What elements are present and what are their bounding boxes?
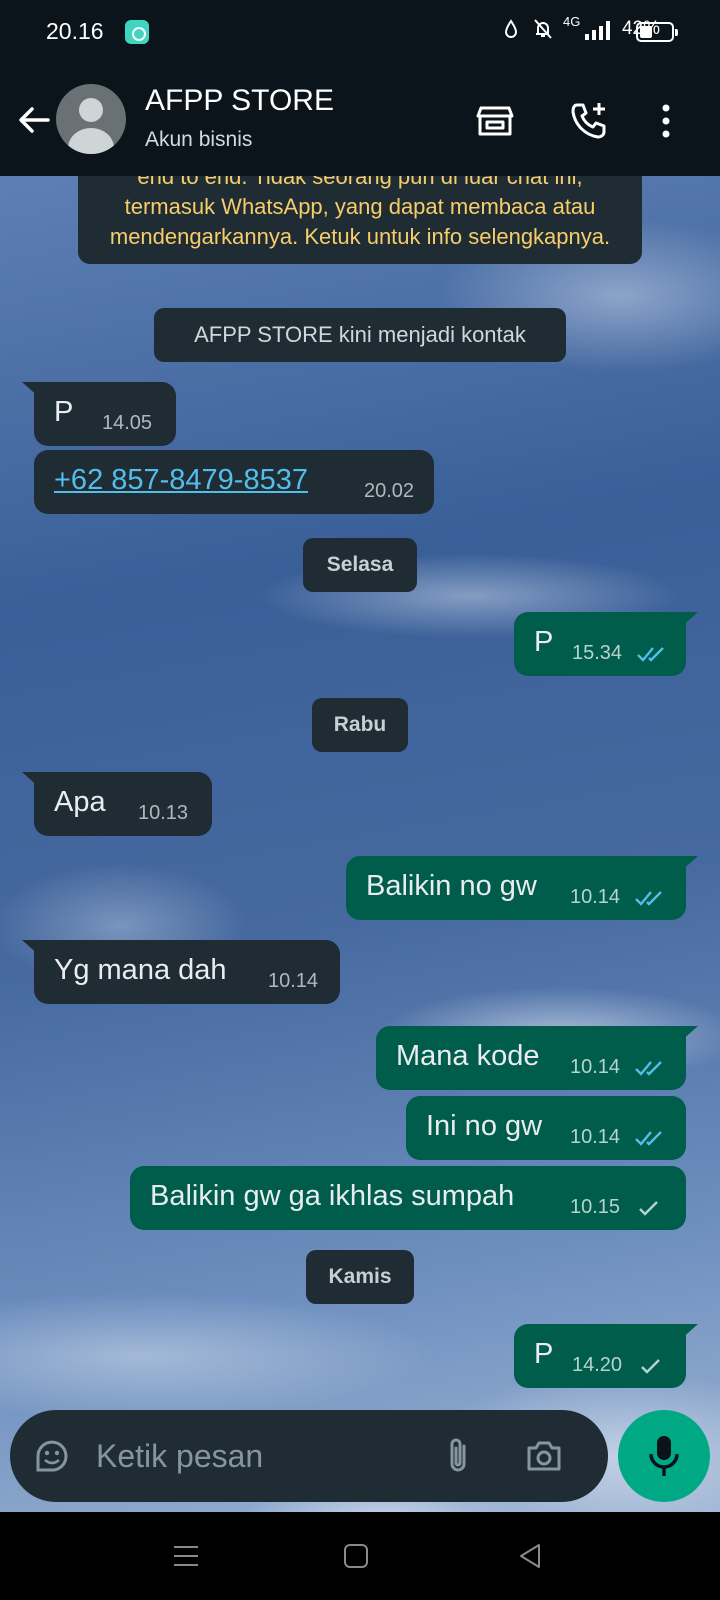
message-text: Balikin no gw: [366, 870, 537, 902]
read-ticks-icon: [635, 1131, 662, 1146]
message-outgoing[interactable]: Mana kode 10.14: [376, 1026, 698, 1090]
message-outgoing[interactable]: P 14.20: [514, 1324, 698, 1388]
message-time: 14.20: [572, 1354, 623, 1376]
message-text: Yg mana dah: [54, 954, 227, 986]
attach-icon[interactable]: [438, 1436, 478, 1476]
system-nav-bar: [0, 1512, 720, 1600]
message-incoming[interactable]: +62 857-8479-8537 20.02: [34, 450, 434, 514]
read-ticks-icon: [635, 891, 662, 906]
back-arrow-icon[interactable]: [14, 100, 54, 140]
message-input[interactable]: Ketik pesan: [96, 1438, 263, 1475]
chat-area[interactable]: end to end. Tidak seorang pun di luar ch…: [0, 176, 720, 1512]
phone-number-link[interactable]: +62 857-8479-8537: [54, 464, 308, 497]
message-text: P: [534, 1338, 554, 1370]
voice-record-button[interactable]: [618, 1410, 710, 1502]
read-ticks-icon: [635, 1061, 662, 1076]
encryption-notice[interactable]: end to end. Tidak seorang pun di luar ch…: [78, 176, 642, 264]
microphone-icon: [649, 1436, 679, 1476]
message-text: Mana kode: [396, 1040, 540, 1072]
message-outgoing[interactable]: Balikin no gw 10.14: [346, 856, 698, 920]
battery-icon: [636, 22, 678, 42]
message-time: 10.14: [570, 886, 621, 908]
store-icon[interactable]: [474, 100, 516, 142]
message-incoming[interactable]: Apa 10.13: [22, 772, 212, 836]
message-text: P: [534, 626, 554, 658]
message-time: 10.13: [138, 802, 189, 824]
status-bar: 20.16 4G 42%: [0, 0, 720, 64]
message-time: 10.14: [570, 1126, 621, 1148]
message-incoming[interactable]: P 14.05: [22, 382, 176, 446]
contact-subtitle[interactable]: Akun bisnis: [145, 128, 252, 152]
message-time: 10.15: [570, 1196, 621, 1218]
message-time: 10.14: [570, 1056, 621, 1078]
signal-icon: 4G: [563, 14, 610, 40]
network-type: 4G: [562, 14, 581, 29]
date-divider: Selasa: [303, 538, 417, 592]
mute-bell-icon: [534, 19, 552, 39]
home-icon[interactable]: [340, 1540, 372, 1572]
contact-added-notice: AFPP STORE kini menjadi kontak: [154, 308, 566, 362]
message-time: 14.05: [102, 412, 153, 434]
date-divider: Rabu: [312, 698, 408, 752]
message-text: Apa: [54, 786, 106, 818]
sent-tick-icon: [639, 1201, 658, 1216]
sticker-icon[interactable]: [32, 1436, 72, 1476]
read-ticks-icon: [637, 647, 664, 662]
message-time: 10.14: [268, 970, 319, 992]
chat-header: AFPP STORE Akun bisnis: [0, 64, 720, 176]
message-incoming[interactable]: Yg mana dah 10.14: [22, 940, 340, 1004]
camera-icon[interactable]: [524, 1436, 564, 1476]
message-outgoing[interactable]: P 15.34: [514, 612, 698, 676]
app-notification-icon: [125, 20, 149, 44]
add-call-icon[interactable]: [568, 100, 610, 142]
status-time: 20.16: [46, 18, 104, 44]
data-saver-icon: [504, 19, 517, 38]
more-vert-icon[interactable]: [656, 100, 676, 142]
back-nav-icon[interactable]: [514, 1540, 546, 1572]
sent-tick-icon: [641, 1359, 660, 1374]
message-outgoing[interactable]: Ini no gw 10.14: [406, 1096, 686, 1160]
message-text: Balikin gw ga ikhlas sumpah: [150, 1180, 515, 1212]
date-divider: Kamis: [306, 1250, 414, 1304]
contact-name[interactable]: AFPP STORE: [145, 84, 334, 118]
message-composer: Ketik pesan: [10, 1410, 608, 1502]
message-text: P: [54, 396, 74, 428]
message-outgoing[interactable]: Balikin gw ga ikhlas sumpah 10.15: [130, 1166, 686, 1230]
message-time: 20.02: [364, 480, 415, 502]
contact-avatar[interactable]: [56, 84, 126, 154]
message-time: 15.34: [572, 642, 623, 664]
message-text: Ini no gw: [426, 1110, 543, 1142]
recent-apps-icon[interactable]: [170, 1540, 202, 1572]
